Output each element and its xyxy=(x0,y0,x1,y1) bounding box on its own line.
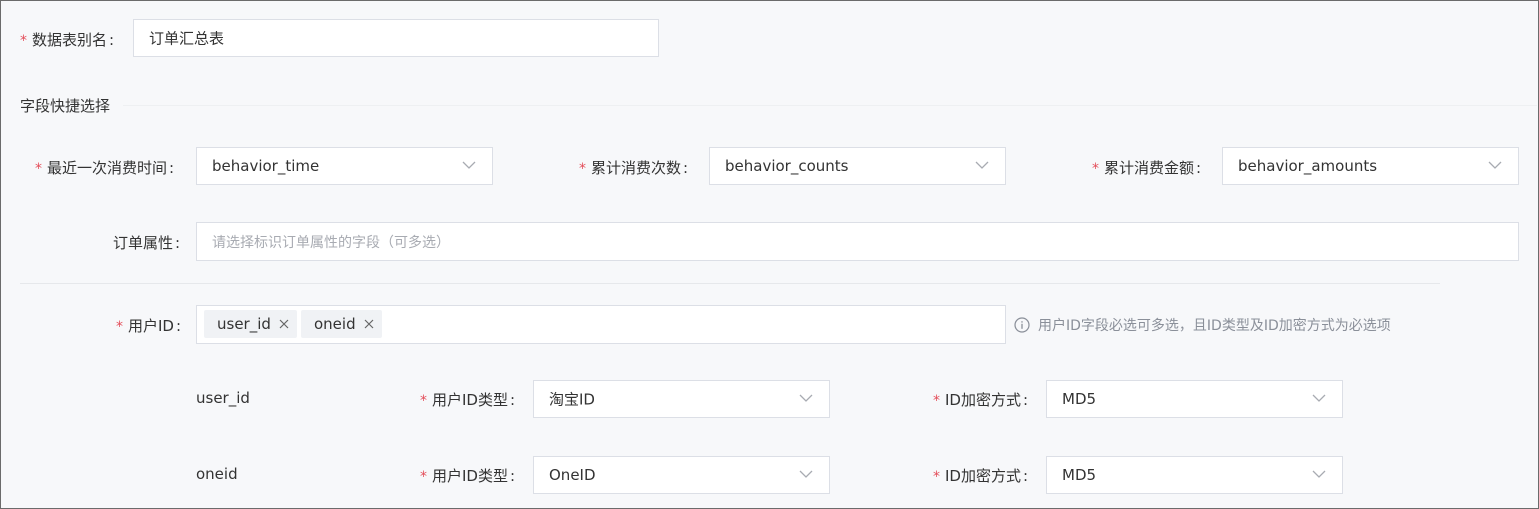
id-type-select[interactable]: OneID xyxy=(533,456,830,494)
order-attr-label: 订单属性: xyxy=(113,234,181,252)
id-encryption-select[interactable]: MD5 xyxy=(1046,380,1343,418)
chevron-down-icon xyxy=(1312,470,1326,478)
id-type-select[interactable]: 淘宝ID xyxy=(533,380,830,418)
id-type-label: * 用户ID类型: xyxy=(420,467,516,485)
last-time-label: * 最近一次消费时间: xyxy=(35,159,175,177)
counts-select[interactable]: behavior_counts xyxy=(709,147,1006,185)
id-encryption-label: * ID加密方式: xyxy=(933,391,1029,409)
chevron-down-icon xyxy=(799,394,813,402)
close-icon[interactable] xyxy=(279,319,289,329)
id-type-label: * 用户ID类型: xyxy=(420,391,516,409)
amounts-select[interactable]: behavior_amounts xyxy=(1222,147,1519,185)
user-id-multiselect[interactable]: user_id oneid xyxy=(196,305,1006,344)
amounts-label: * 累计消费金额: xyxy=(1092,159,1202,177)
chevron-down-icon xyxy=(462,161,476,169)
section-divider xyxy=(123,105,1537,106)
section-title: 字段快捷选择 xyxy=(20,97,111,115)
info-icon xyxy=(1014,317,1030,333)
table-alias-input[interactable]: 订单汇总表 xyxy=(133,19,659,57)
id-row-name: user_id xyxy=(196,389,250,407)
divider xyxy=(20,283,1440,284)
chevron-down-icon xyxy=(1488,161,1502,169)
id-row-name: oneid xyxy=(196,465,238,483)
order-attr-select[interactable]: 请选择标识订单属性的字段（可多选） xyxy=(196,222,1519,261)
chevron-down-icon xyxy=(1312,394,1326,402)
required-mark: * xyxy=(20,33,27,49)
close-icon[interactable] xyxy=(364,319,374,329)
chevron-down-icon xyxy=(799,470,813,478)
table-alias-label: * 数据表别名: xyxy=(20,31,115,49)
form-panel: * 数据表别名: 订单汇总表 字段快捷选择 * 最近一次消费时间: behavior… xyxy=(0,0,1539,509)
id-encryption-label: * ID加密方式: xyxy=(933,467,1029,485)
chevron-down-icon xyxy=(975,161,989,169)
last-time-select[interactable]: behavior_time xyxy=(196,147,493,185)
user-id-label: * 用户ID: xyxy=(116,317,182,335)
user-id-hint: 用户ID字段必选可多选，且ID类型及ID加密方式为必选项 xyxy=(1014,315,1391,335)
tag-oneid: oneid xyxy=(301,310,382,338)
counts-label: * 累计消费次数: xyxy=(579,159,689,177)
id-encryption-select[interactable]: MD5 xyxy=(1046,456,1343,494)
tag-user-id: user_id xyxy=(204,310,297,338)
